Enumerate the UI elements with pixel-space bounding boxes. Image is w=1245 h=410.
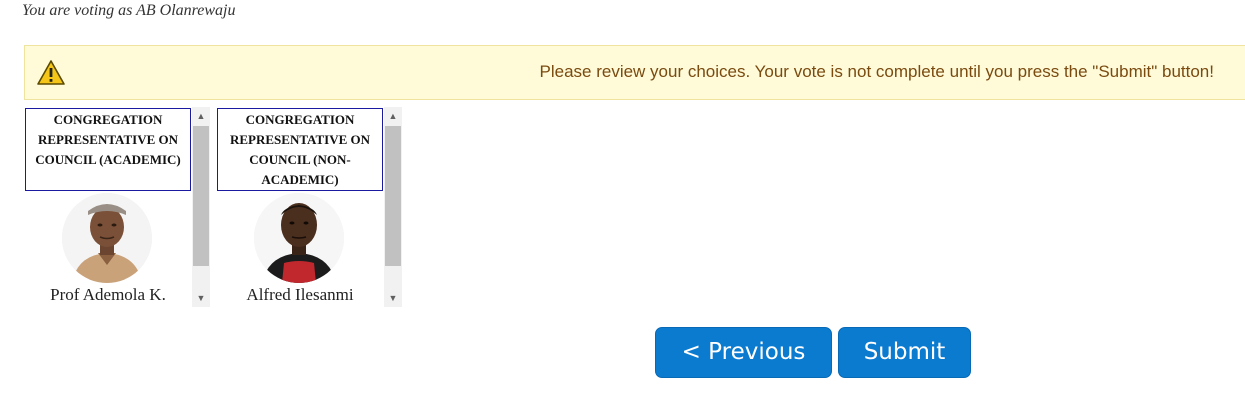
candidate-name: Prof Ademola K. (50, 285, 166, 304)
candidate-name: Alfred Ilesanmi (246, 285, 354, 304)
card-scrollbar[interactable]: ▲ ▼ (192, 107, 210, 307)
scroll-down-arrow-icon[interactable]: ▼ (384, 289, 402, 307)
scroll-up-arrow-icon[interactable]: ▲ (192, 107, 210, 125)
previous-button[interactable]: < Previous (655, 327, 832, 378)
candidate-photo (62, 193, 152, 283)
voting-as-text: You are voting as AB Olanrewaju (22, 2, 236, 19)
ballot-card-content: Congregation Representative on Council (… (216, 107, 384, 307)
ballot-card-content: Congregation Representative on Council (… (24, 107, 192, 307)
scrollbar-thumb[interactable] (193, 126, 209, 266)
ballot-card-non-academic: Congregation Representative on Council (… (216, 107, 404, 307)
position-title: Congregation Representative on Council (… (217, 108, 383, 191)
candidate-photo (254, 193, 344, 283)
scroll-down-arrow-icon[interactable]: ▼ (192, 289, 210, 307)
scrollbar-thumb[interactable] (385, 126, 401, 266)
submit-button[interactable]: Submit (838, 327, 971, 378)
review-alert: Please review your choices. Your vote is… (24, 45, 1245, 100)
scroll-up-arrow-icon[interactable]: ▲ (384, 107, 402, 125)
card-scrollbar[interactable]: ▲ ▼ (384, 107, 402, 307)
warning-icon (37, 60, 65, 85)
alert-message: Please review your choices. Your vote is… (539, 62, 1215, 81)
ballot-card-academic: Congregation Representative on Council (… (24, 107, 212, 307)
position-title: Congregation Representative on Council (… (25, 108, 191, 191)
